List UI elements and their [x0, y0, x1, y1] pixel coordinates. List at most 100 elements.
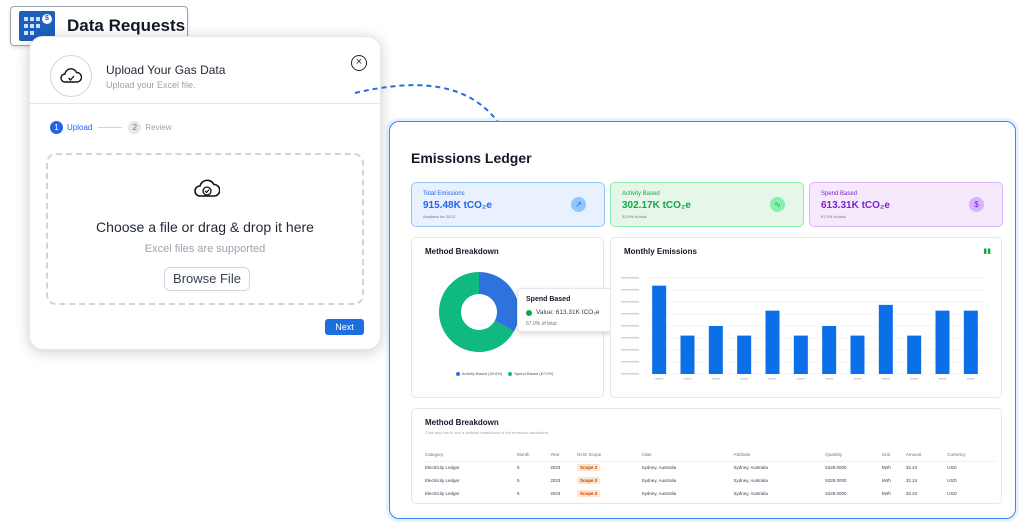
donut-chart[interactable]: [434, 267, 524, 357]
tooltip-title: Spend Based: [526, 296, 571, 303]
panel-title: Monthly Emissions: [624, 247, 697, 256]
kpi-value: 613.31K tCO₂e: [821, 200, 890, 211]
column-header[interactable]: Quantity: [825, 449, 882, 462]
kpi-spend-based[interactable]: Spend Based 613.31K tCO₂e 67.0% of total…: [809, 182, 1003, 227]
table-cell: 32.24: [905, 491, 918, 496]
bar-1[interactable]: [652, 285, 667, 374]
browse-file-button[interactable]: Browse File: [164, 267, 250, 291]
legend-label: Spend Based (67.0%): [514, 371, 554, 376]
x-tick-label: [853, 378, 862, 380]
activity-icon: ∿: [770, 197, 785, 212]
file-dropzone[interactable]: Choose a file or drag & drop it here Exc…: [46, 153, 364, 305]
column-header[interactable]: Month: [516, 449, 551, 462]
bar-4[interactable]: [737, 335, 752, 374]
kpi-label: Activity Based: [622, 191, 660, 197]
data-table: Category Month Year GHG Scope Alias Attribute…: [425, 449, 996, 500]
x-tick-label: [796, 378, 805, 380]
column-header[interactable]: GHG Scope: [577, 449, 642, 462]
kpi-activity-based[interactable]: Activity Based 302.17K tCO₂e 33.0% of to…: [610, 182, 804, 227]
bar-3[interactable]: [708, 326, 723, 374]
table-cell: 32.24: [905, 478, 918, 483]
legend-item[interactable]: Activity Based (33.0%): [456, 371, 502, 376]
kpi-total-emissions[interactable]: Total Emissions 915.48K tCO₂e Analytics …: [411, 182, 605, 227]
dropzone-title: Choose a file or drag & drop it here: [96, 219, 314, 235]
table-cell: 5328.0000: [825, 478, 847, 483]
next-button[interactable]: Next: [325, 319, 364, 335]
emissions-ledger: Emissions Ledger Total Emissions 915.48K…: [389, 121, 1016, 519]
table-row[interactable]: Electricity Ledger 5 2023 Scope 2 Sydney, Au…: [425, 487, 996, 500]
method-breakdown-panel: Method Breakdown Spend Based Value: 613.…: [411, 237, 615, 398]
table-cell: Sydney, Australia: [641, 478, 677, 483]
table-cell: 5328.0000: [825, 491, 847, 496]
tooltip-value-row: Value: 613.31K tCO₂e: [526, 309, 599, 316]
table-cell: Electricity Ledger: [425, 478, 460, 483]
kpi-note: Analytics for 2023: [423, 214, 455, 219]
close-icon[interactable]: ×: [351, 55, 367, 71]
bar-8[interactable]: [850, 335, 865, 374]
step-1-number: 1: [50, 121, 63, 134]
chart-tooltip: Spend Based Value: 613.31K tCO₂e 67.0% o…: [517, 288, 615, 332]
chart-icon[interactable]: ▮▮: [983, 247, 991, 255]
upload-title: Upload Your Gas Data: [106, 63, 226, 77]
table-cell: 32.24: [905, 465, 918, 471]
table-header-row: Category Month Year GHG Scope Alias Attribute…: [425, 449, 996, 462]
x-tick-label: [711, 378, 720, 380]
step-review[interactable]: Review: [145, 123, 171, 132]
x-tick-label: [938, 378, 947, 380]
bar-2[interactable]: [680, 335, 695, 374]
table-cell: USD: [947, 491, 957, 496]
table-cell: Sydney, Australia: [641, 491, 677, 496]
upload-subtitle: Upload your Excel file.: [106, 80, 196, 90]
table-subtitle: Click any row to see a detailed breakdow…: [425, 430, 550, 435]
table-row[interactable]: Electricity Ledger 5 2023 Scope 2 Sydney, Au…: [425, 474, 996, 487]
table-row[interactable]: Electricity Ledger 5 2023 Scope 2 Sydney, Au…: [425, 461, 996, 474]
table-cell: 5: [516, 478, 520, 483]
kpi-label: Spend Based: [821, 191, 858, 197]
table-cell: kWh: [881, 478, 891, 483]
x-tick-label: [655, 378, 664, 380]
bar-7[interactable]: [822, 326, 837, 374]
column-header[interactable]: Category: [425, 449, 517, 462]
table-cell: Scope 2: [577, 487, 642, 500]
kpi-label: Total Emissions: [423, 191, 465, 197]
column-header[interactable]: Unit: [881, 449, 906, 462]
legend-item[interactable]: Spend Based (67.0%): [508, 371, 553, 376]
column-header[interactable]: Amount: [905, 449, 948, 462]
cloud-upload-icon: [50, 55, 92, 97]
bar-10[interactable]: [907, 335, 922, 374]
x-tick-label: [881, 378, 890, 380]
kpi-value: 915.48K tCO₂e: [423, 200, 492, 211]
step-upload[interactable]: Upload: [67, 123, 92, 132]
column-header[interactable]: Attribute: [733, 449, 826, 462]
panel-title: Method Breakdown: [425, 247, 499, 256]
table-cell: Scope 2: [577, 474, 642, 487]
page-title: Data Requests: [67, 16, 186, 35]
table-cell: Electricity Ledger: [425, 491, 460, 496]
legend-label: Activity Based (33.0%): [462, 371, 503, 376]
table-cell: 2023: [550, 478, 561, 483]
legend-dot: [456, 371, 460, 376]
dollar-icon: $: [969, 197, 984, 212]
column-header[interactable]: Alias: [641, 449, 734, 462]
column-header[interactable]: Year: [550, 449, 578, 462]
y-tick-label: [621, 361, 639, 363]
table-cell: Sydney, Australia: [733, 478, 768, 483]
bar-5[interactable]: [765, 310, 780, 374]
column-header[interactable]: Currency: [947, 449, 996, 462]
x-tick-label: [825, 378, 834, 380]
bar-9[interactable]: [878, 304, 893, 374]
bar-12[interactable]: [963, 310, 978, 374]
trend-up-icon: ↗: [571, 197, 586, 212]
table-cell: USD: [947, 465, 957, 471]
bar-11[interactable]: [935, 310, 950, 374]
table-cell: Scope 2: [577, 461, 642, 474]
series-dot: [526, 309, 532, 316]
donut-slice-activity-based[interactable]: [479, 272, 519, 332]
stepper-divider: [98, 127, 123, 128]
table-cell: 2023: [550, 465, 561, 471]
y-tick-label: [621, 289, 639, 291]
y-tick-label: [621, 313, 639, 315]
bar-6[interactable]: [793, 335, 808, 374]
table-cell: 5: [516, 465, 520, 471]
table-cell: Sydney, Australia: [733, 465, 768, 471]
